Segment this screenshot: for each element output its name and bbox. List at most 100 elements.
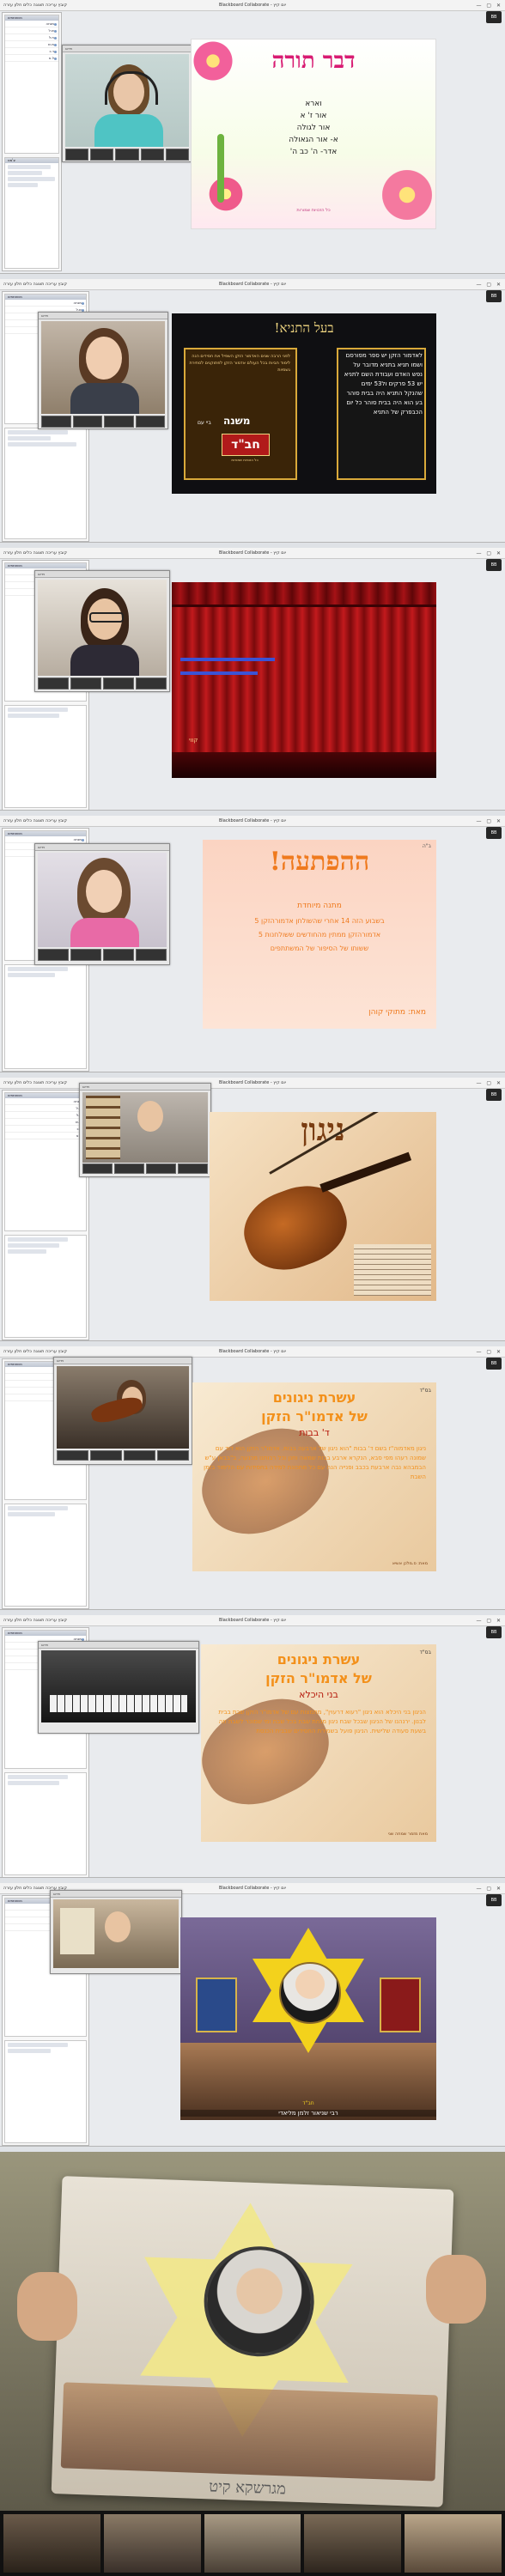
video-window[interactable]: וידאו — [53, 1357, 192, 1465]
window-controls[interactable]: — ▢ ✕ — [476, 549, 502, 559]
window-controls[interactable]: — ▢ ✕ — [476, 1884, 502, 1894]
video-window[interactable]: וידאו — [34, 570, 170, 692]
headset — [105, 71, 158, 105]
window-title: Blackboard Collaborate - יום קיץ — [218, 1349, 287, 1354]
window-title: Blackboard Collaborate - יום קיץ — [218, 818, 287, 823]
participant-row[interactable]: ר.כ — [5, 48, 58, 55]
chat-line — [8, 967, 68, 971]
window-titlebar: קובץ עריכה תצוגה כלים חלון עזרה Blackboa… — [0, 1615, 505, 1626]
participant-thumbnails[interactable] — [82, 1163, 208, 1174]
video-window[interactable]: וידאו — [38, 1641, 199, 1734]
window-controls[interactable]: — ▢ ✕ — [476, 1, 502, 11]
chat-line — [8, 171, 42, 175]
video-window-title: וידאו — [35, 844, 169, 851]
hand-left — [17, 2272, 77, 2341]
thumbnail[interactable] — [103, 2514, 201, 2573]
webcam-feed — [38, 580, 167, 676]
slide-line: אדמורהזקן ממתין מהחודשים ששולחנות 5 — [258, 931, 381, 939]
participant-row[interactable]: ל.א — [5, 55, 58, 62]
webcam-feed — [38, 853, 167, 947]
chat-line — [8, 708, 68, 712]
toolbar-badge: BB — [486, 1894, 502, 1906]
participant-thumbnails[interactable] — [38, 677, 167, 690]
slide-title: של אדמו"ר הזקן — [265, 1670, 372, 1686]
thumbnail[interactable] — [405, 2514, 502, 2573]
participant-row[interactable]: ח.ל — [5, 34, 58, 41]
logo-text: חב"ד — [231, 438, 260, 452]
participant-row[interactable]: ר.כ — [5, 1126, 86, 1133]
violin-neck — [319, 1151, 412, 1193]
participant-thumbnails[interactable] — [57, 1450, 189, 1461]
video-window[interactable]: וידאו — [34, 843, 170, 965]
window-controls[interactable]: — ▢ ✕ — [476, 817, 502, 827]
slide-surprise: ב"ה ההפתעה! מתנה מיוחדת בשבוע הזה 14 אחר… — [203, 840, 436, 1029]
chat-panel — [4, 1772, 87, 1875]
participant-row[interactable]: ח.ל — [5, 1112, 86, 1119]
slide-line: אדר- ה' כב ה' — [289, 148, 338, 156]
video-window[interactable]: וידאו — [79, 1083, 211, 1177]
held-poster: מגרשקא קיט — [51, 2176, 454, 2507]
slide-line: ששותו של הסיפור של המשתתפים — [270, 945, 369, 952]
participant-row[interactable]: מ.ש — [5, 1119, 86, 1126]
video-window[interactable]: וידאו — [62, 45, 192, 162]
thumbnail[interactable] — [3, 2514, 100, 2573]
slide-line: מתנה מיוחדת — [297, 902, 342, 910]
participant-row[interactable]: מ.ש — [5, 41, 58, 48]
window-title: Blackboard Collaborate - יום קיץ — [218, 550, 287, 556]
chat-line — [8, 177, 55, 181]
webcam-feed — [65, 54, 189, 147]
slide-nigun: ניגון — [210, 1112, 436, 1301]
window-controls[interactable]: — ▢ ✕ — [476, 1078, 502, 1089]
status-bar — [0, 1609, 505, 1615]
window-title: Blackboard Collaborate - יום קיץ — [218, 1080, 287, 1085]
window-title: Blackboard Collaborate - יום קיץ — [218, 1618, 287, 1623]
webcam-feed — [41, 1650, 196, 1722]
chat-title: צ'אט — [5, 158, 58, 163]
chat-line — [8, 1506, 68, 1510]
slide-subtitle: ד' בבות — [299, 1427, 330, 1438]
chat-panel — [4, 2040, 87, 2143]
chat-panel — [4, 705, 87, 808]
participant-row[interactable]: ל.א — [5, 1133, 86, 1139]
window-controls[interactable]: — ▢ ✕ — [476, 1347, 502, 1358]
participant-row[interactable]: מנחה — [5, 300, 86, 307]
participant-thumbnails[interactable] — [65, 149, 190, 161]
slide-line: בשבוע הזה 14 אחרי שהשולחן אדמורהזקן 5 — [254, 917, 385, 925]
slide-line: א- אור הגאולה — [289, 136, 338, 144]
chat-line — [8, 1512, 55, 1516]
video-window[interactable]: וידאו — [38, 312, 168, 429]
toolbar-badge: BB — [486, 827, 502, 839]
video-window-title: וידאו — [63, 46, 192, 52]
participant-thumbnails[interactable] — [38, 949, 167, 961]
participant-thumbnails[interactable] — [0, 2511, 505, 2576]
participants-panel: משתתפים מנחה ש.ל ח.ל מ.ש ר.כ ל.א — [4, 15, 59, 154]
video-window-title: וידאו — [54, 1358, 192, 1364]
participant-row[interactable]: מנחה — [5, 1098, 86, 1105]
chat-line — [8, 714, 59, 718]
thumbnail[interactable] — [204, 2514, 301, 2573]
window-controls[interactable]: — ▢ ✕ — [476, 1616, 502, 1626]
violin-body — [234, 1174, 357, 1282]
window-controls[interactable]: — ▢ ✕ — [476, 280, 502, 290]
status-bar — [0, 273, 505, 279]
curtain-valance — [172, 582, 436, 607]
participant-row[interactable]: מנחה — [5, 21, 58, 27]
left-panel: משתתפים מנחה ש.ל ח.ל מ.ש ר.כ ל.א צ'אט — [2, 12, 62, 271]
participant-thumbnails[interactable] — [41, 416, 165, 428]
shirt — [94, 114, 163, 147]
participant-row[interactable]: מנחה — [5, 836, 86, 843]
participant-row[interactable]: ש.ל — [5, 1105, 86, 1112]
video-window[interactable]: וידאו — [50, 1890, 182, 1974]
session-frame-1: קובץ עריכה תצוגה כלים חלון עזרה Blackboa… — [0, 0, 505, 279]
slide-subtitle: בני היכלא — [299, 1689, 338, 1700]
poster — [60, 1908, 94, 1954]
slide-title: ההפתעה! — [269, 847, 370, 877]
text-overlay-blue — [180, 671, 258, 675]
slide-title: של אדמו"ר הזקן — [261, 1408, 368, 1425]
toolbar-badge: BB — [486, 1089, 502, 1101]
participant-row[interactable]: ש.ל — [5, 27, 58, 34]
thumbnail[interactable] — [304, 2514, 402, 2573]
chat-panel — [4, 964, 87, 1069]
webcam-photo-frame: מגרשקא קיט — [0, 2152, 505, 2576]
chabad-logo: חב"ד — [222, 434, 270, 456]
